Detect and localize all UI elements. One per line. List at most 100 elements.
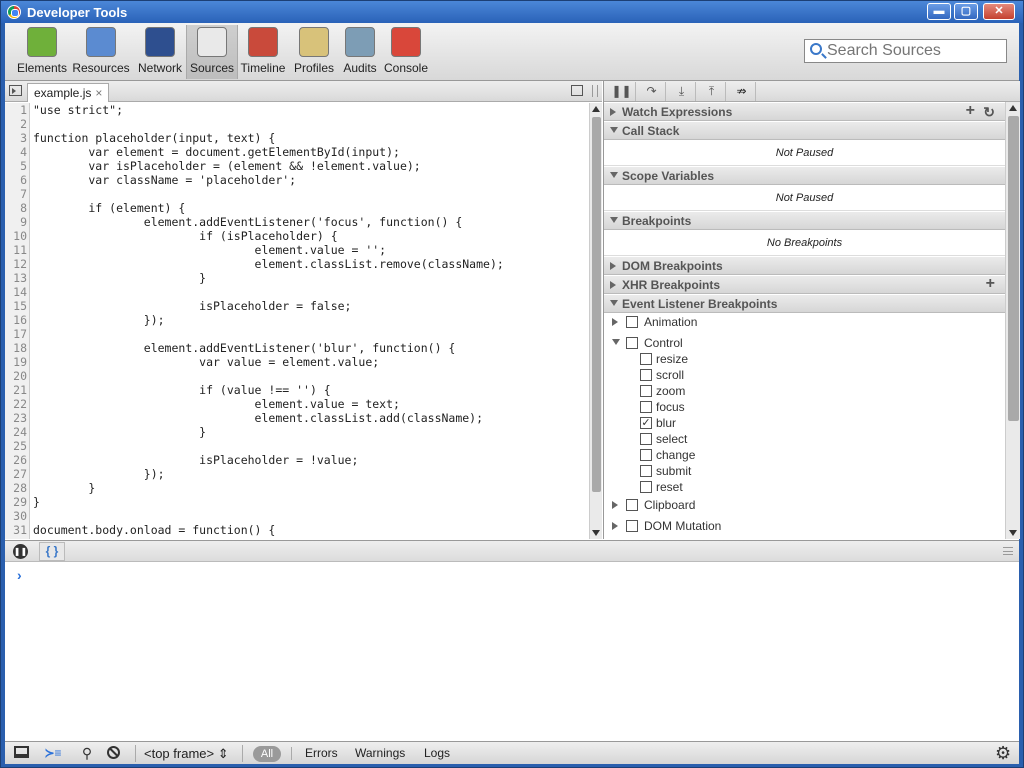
dock-to-main-icon[interactable] (14, 746, 29, 758)
refresh-watch-button[interactable]: ↻ (983, 103, 995, 121)
xhr-breakpoints-header[interactable]: XHR Breakpoints + (604, 275, 1005, 294)
checkbox[interactable]: ✓ (640, 417, 652, 429)
line-number[interactable]: 12 (5, 257, 27, 271)
maximize-button[interactable]: ▢ (954, 3, 978, 20)
scope-variables-header[interactable]: Scope Variables (604, 166, 1005, 185)
event-category-dom-mutation[interactable]: DOM Mutation (604, 518, 1005, 534)
checkbox[interactable] (640, 465, 652, 477)
watch-expressions-header[interactable]: Watch Expressions + ↻ (604, 102, 1005, 121)
code-line[interactable]: 22 element.value = text; (5, 397, 589, 411)
pause-on-exceptions-icon[interactable]: ❚❚ (13, 544, 28, 559)
line-number[interactable]: 10 (5, 229, 27, 243)
show-console-icon[interactable]: ≻≡ (41, 745, 65, 762)
scroll-thumb[interactable] (1008, 116, 1019, 421)
pause-icon[interactable]: ❚❚ (608, 82, 636, 101)
search-sources[interactable] (804, 39, 1007, 63)
code-line[interactable]: 8 if (element) { (5, 201, 589, 215)
event-category-animation[interactable]: Animation (604, 314, 1005, 330)
code-line[interactable]: 12 element.classList.remove(className); (5, 257, 589, 271)
line-number[interactable]: 25 (5, 439, 27, 453)
line-number[interactable]: 27 (5, 467, 27, 481)
code-line[interactable]: 9 element.addEventListener('focus', func… (5, 215, 589, 229)
code-line[interactable]: 24 } (5, 425, 589, 439)
event-scroll[interactable]: scroll (604, 367, 1005, 383)
code-line[interactable]: 26 isPlaceholder = !value; (5, 453, 589, 467)
panel-tab-elements[interactable]: Elements (13, 25, 71, 79)
line-number[interactable]: 28 (5, 481, 27, 495)
expanded-triangle-icon[interactable] (612, 339, 620, 345)
line-number[interactable]: 29 (5, 495, 27, 509)
code-line[interactable]: 16 }); (5, 313, 589, 327)
panel-tab-resources[interactable]: Resources (70, 25, 132, 79)
code-line[interactable]: 23 element.classList.add(className); (5, 411, 589, 425)
code-line[interactable]: 1 "use strict"; (5, 103, 589, 117)
sidebar-scrollbar[interactable] (1005, 102, 1020, 539)
collapsed-triangle-icon[interactable] (612, 522, 618, 530)
code-line[interactable]: 11 element.value = ''; (5, 243, 589, 257)
code-line[interactable]: 20 (5, 369, 589, 383)
scroll-up-icon[interactable] (1009, 105, 1017, 111)
close-tab-icon[interactable]: × (95, 86, 102, 100)
line-number[interactable]: 18 (5, 341, 27, 355)
clear-console-icon[interactable] (107, 746, 120, 759)
code-line[interactable]: 29} (5, 495, 589, 509)
line-number[interactable]: 2 (5, 117, 27, 131)
code-line[interactable]: 30 (5, 509, 589, 523)
event-category-control[interactable]: Control (604, 335, 1005, 351)
line-number[interactable]: 24 (5, 425, 27, 439)
filter-all-button[interactable]: All (253, 746, 281, 762)
code-editor[interactable]: 1 "use strict"; 2 3 function placeholder(inp… (5, 103, 589, 539)
call-stack-header[interactable]: Call Stack (604, 121, 1005, 140)
scroll-down-icon[interactable] (1009, 530, 1017, 536)
code-line[interactable]: 18 element.addEventListener('blur', func… (5, 341, 589, 355)
code-line[interactable]: 2 (5, 117, 589, 131)
line-number[interactable]: 31 (5, 523, 27, 537)
collapsed-triangle-icon[interactable] (612, 318, 618, 326)
line-number[interactable]: 1 (5, 103, 27, 117)
code-line[interactable]: 13 } (5, 271, 589, 285)
checkbox[interactable] (640, 433, 652, 445)
code-line[interactable]: 15 isPlaceholder = false; (5, 299, 589, 313)
event-select[interactable]: select (604, 431, 1005, 447)
checkbox[interactable] (626, 520, 638, 532)
dom-breakpoints-header[interactable]: DOM Breakpoints (604, 256, 1005, 275)
step-over-icon[interactable]: ↷ (638, 82, 666, 101)
filter-logs-button[interactable]: Logs (424, 745, 450, 762)
line-number[interactable]: 11 (5, 243, 27, 257)
checkbox[interactable] (640, 369, 652, 381)
line-number[interactable]: 14 (5, 285, 27, 299)
line-number[interactable]: 8 (5, 201, 27, 215)
code-line[interactable]: 10 if (isPlaceholder) { (5, 229, 589, 243)
show-debugger-icon[interactable] (571, 85, 583, 96)
add-watch-button[interactable]: + (966, 102, 975, 120)
file-tab-example-js[interactable]: example.js × (27, 83, 110, 102)
step-out-icon[interactable]: ⤒ (698, 82, 726, 101)
scroll-down-icon[interactable] (592, 530, 600, 536)
code-line[interactable]: 7 (5, 187, 589, 201)
code-line[interactable]: 5 var isPlaceholder = (element && !eleme… (5, 159, 589, 173)
panel-tab-profiles[interactable]: Profiles (290, 25, 338, 79)
event-listener-breakpoints-header[interactable]: Event Listener Breakpoints (604, 294, 1005, 313)
line-number[interactable]: 6 (5, 173, 27, 187)
code-line[interactable]: 3 function placeholder(input, text) { (5, 131, 589, 145)
line-number[interactable]: 20 (5, 369, 27, 383)
line-number[interactable]: 7 (5, 187, 27, 201)
line-number[interactable]: 4 (5, 145, 27, 159)
panel-tab-console[interactable]: Console (382, 25, 430, 79)
checkbox[interactable] (626, 316, 638, 328)
console-prompt[interactable]: › (17, 567, 22, 583)
code-line[interactable]: 27 }); (5, 467, 589, 481)
scroll-up-icon[interactable] (592, 106, 600, 112)
filter-warnings-button[interactable]: Warnings (355, 745, 405, 762)
event-change[interactable]: change (604, 447, 1005, 463)
pretty-print-button[interactable]: { } (39, 542, 65, 561)
search-icon[interactable]: ⚲ (75, 745, 99, 762)
panel-tab-timeline[interactable]: Timeline (238, 25, 288, 79)
show-navigator-icon[interactable] (9, 85, 22, 96)
frame-selector[interactable]: <top frame> ⇕ (135, 745, 243, 762)
title-bar[interactable]: Developer Tools ▬ ▢ ✕ (1, 1, 1023, 23)
line-number[interactable]: 26 (5, 453, 27, 467)
checkbox[interactable] (626, 337, 638, 349)
console-drawer[interactable]: › (5, 563, 1019, 741)
filter-errors-button[interactable]: Errors (305, 745, 338, 762)
